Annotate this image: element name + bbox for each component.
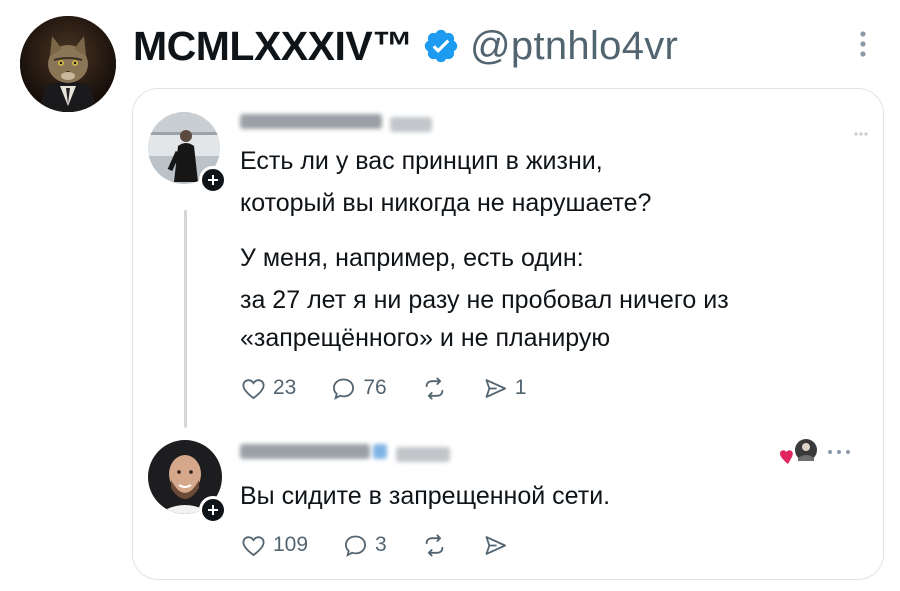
share-button[interactable]: 1 [482, 375, 527, 402]
heart-avatar-icon [780, 439, 817, 464]
more-vertical-icon[interactable] [848, 24, 878, 64]
verified-badge-icon [424, 29, 458, 63]
follow-plus-icon[interactable] [199, 496, 227, 524]
repost-arrows-icon [425, 376, 443, 400]
like-count: 23 [273, 376, 297, 399]
author-handle[interactable]: @ptnhlo4vr [470, 22, 678, 70]
like-button[interactable]: 23 [240, 375, 296, 402]
reply-text: Вы сидите в запрещенной сети. [240, 482, 611, 510]
thread-connector-line [184, 210, 187, 428]
send-icon [485, 535, 506, 555]
blurred-timestamp [390, 117, 432, 132]
send-icon [485, 378, 506, 398]
reply-button[interactable]: 3 [342, 532, 387, 559]
share-button[interactable] [482, 532, 509, 559]
cat-portrait-image [20, 16, 116, 112]
post-text-line: «запрещённого» и не планирую [240, 324, 611, 352]
post-text-line: за 27 лет я ни разу не пробовал ничего и… [240, 286, 729, 314]
like-count: 109 [273, 533, 309, 556]
repost-button[interactable] [421, 532, 448, 559]
post-text-line: Есть ли у вас принцип в жизни, [240, 147, 603, 175]
post-text-line: У меня, например, есть один: [240, 244, 584, 272]
reply-count: 76 [363, 376, 387, 399]
blurred-timestamp [396, 447, 450, 462]
reply-count: 3 [375, 533, 387, 556]
reply-button[interactable]: 76 [330, 375, 387, 402]
repost-button[interactable] [421, 375, 448, 402]
blurred-verified-badge [373, 444, 387, 459]
heart-outline-icon [242, 535, 265, 556]
follow-plus-icon[interactable] [199, 166, 227, 194]
blurred-username [240, 114, 382, 129]
like-button[interactable]: 109 [240, 532, 308, 559]
comment-bubble-icon [345, 535, 367, 557]
author-avatar[interactable] [20, 16, 116, 112]
share-count: 1 [514, 376, 527, 399]
card-more-icon[interactable] [854, 132, 868, 136]
first-post-actions: 23 76 1 [240, 373, 560, 403]
repost-arrows-icon [425, 533, 444, 557]
blurred-username [240, 444, 370, 459]
reply-post-actions: 109 3 [240, 530, 543, 560]
heart-outline-icon [242, 378, 265, 399]
comment-bubble-icon [333, 378, 355, 400]
more-horizontal-icon[interactable] [826, 449, 852, 455]
post-text-line: который вы никогда не нарушаете? [240, 189, 652, 217]
author-display-name[interactable]: MCMLXXXIV™ [133, 22, 413, 70]
